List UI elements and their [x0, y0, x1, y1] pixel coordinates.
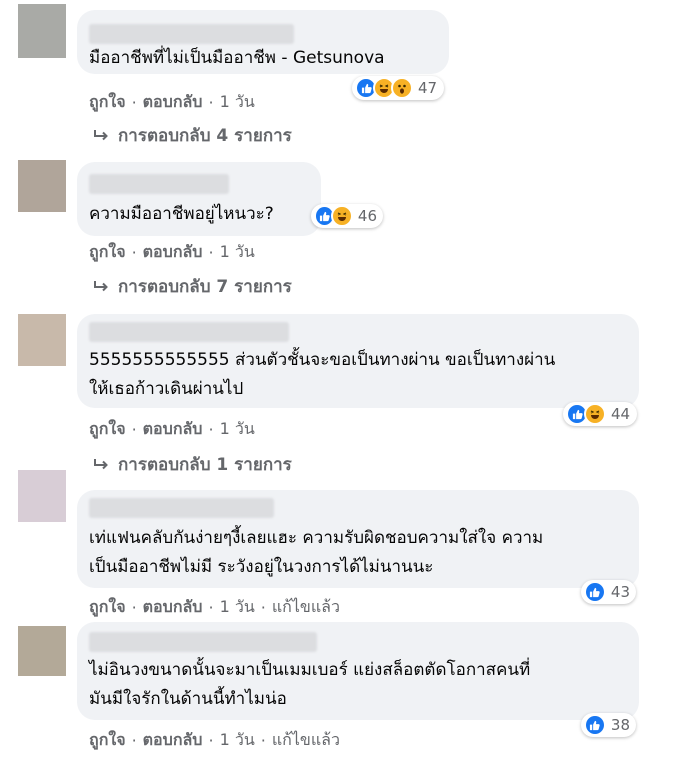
timestamp[interactable]: 1 วัน [220, 417, 255, 442]
avatar[interactable] [18, 4, 66, 58]
like-link[interactable]: ถูกใจ [89, 417, 126, 442]
avatar[interactable] [18, 470, 66, 522]
reaction-count: 46 [357, 207, 377, 225]
reply-link[interactable]: ตอบกลับ [143, 728, 203, 753]
timestamp[interactable]: 1 วัน [220, 728, 255, 753]
avatar[interactable] [18, 626, 66, 676]
reply-link[interactable]: ตอบกลับ [143, 417, 203, 442]
timestamp[interactable]: 1 วัน [220, 90, 255, 115]
timestamp[interactable]: 1 วัน [220, 595, 255, 620]
view-replies-link[interactable]: การตอบกลับ 4 รายการ [92, 122, 292, 149]
reaction-count: 44 [611, 405, 631, 423]
reaction-summary[interactable]: 38 [581, 713, 636, 737]
commenter-name-blurred[interactable] [89, 174, 229, 194]
reaction-count: 47 [418, 79, 438, 97]
comment-actions: ถูกใจ · ตอบกลับ · 1 วัน · แก้ไขแล้ว [89, 595, 340, 620]
like-icon [584, 714, 606, 736]
comment-text: เท่แฟนคลับกันง่ายๆงี้เลยแฮะ ความรับผิดชอ… [89, 528, 544, 577]
like-link[interactable]: ถูกใจ [89, 595, 126, 620]
view-replies-link[interactable]: การตอบกลับ 7 รายการ [92, 273, 292, 300]
comment-actions: ถูกใจ · ตอบกลับ · 1 วัน [89, 90, 255, 115]
comment-text: 5555555555555 ส่วนตัวชั้นจะขอเป็นทางผ่าน… [89, 350, 556, 399]
reply-arrow-icon [94, 280, 108, 291]
wow-icon [391, 77, 413, 99]
reply-link[interactable]: ตอบกลับ [143, 595, 203, 620]
reaction-count: 43 [610, 583, 630, 601]
reaction-summary[interactable]: 47 [352, 76, 444, 100]
comment-bubble: ความมืออาชีพอยู่ไหนวะ? [77, 162, 321, 236]
haha-icon [584, 403, 606, 425]
comment-text: มืออาชีพที่ไม่เป็นมืออาชีพ - Getsunova [89, 48, 385, 68]
reply-link[interactable]: ตอบกลับ [143, 240, 203, 265]
replies-label: การตอบกลับ 1 รายการ [118, 455, 292, 475]
avatar[interactable] [18, 314, 66, 366]
edited-label: แก้ไขแล้ว [271, 597, 340, 616]
avatar[interactable] [18, 160, 66, 212]
timestamp[interactable]: 1 วัน [220, 240, 255, 265]
commenter-name-blurred[interactable] [89, 632, 317, 652]
commenter-name-blurred[interactable] [89, 24, 294, 44]
like-link[interactable]: ถูกใจ [89, 240, 126, 265]
reply-link[interactable]: ตอบกลับ [143, 90, 203, 115]
haha-icon [331, 205, 353, 227]
comment-bubble: 5555555555555 ส่วนตัวชั้นจะขอเป็นทางผ่าน… [77, 314, 639, 408]
commenter-name-blurred[interactable] [89, 322, 289, 342]
comment-bubble: ไม่อินวงขนาดนั้นจะมาเป็นเมมเบอร์ แย่งสล็… [77, 622, 639, 720]
reaction-summary[interactable]: 43 [581, 580, 636, 604]
like-icon [584, 581, 606, 603]
edited-label: แก้ไขแล้ว [271, 730, 340, 749]
replies-label: การตอบกลับ 7 รายการ [118, 277, 292, 297]
like-link[interactable]: ถูกใจ [89, 90, 126, 115]
comment-actions: ถูกใจ · ตอบกลับ · 1 วัน [89, 417, 255, 442]
comment-text: ความมืออาชีพอยู่ไหนวะ? [89, 204, 274, 224]
reaction-summary[interactable]: 46 [311, 204, 383, 228]
replies-label: การตอบกลับ 4 รายการ [118, 126, 292, 146]
commenter-name-blurred[interactable] [89, 498, 274, 518]
comment-bubble: มืออาชีพที่ไม่เป็นมืออาชีพ - Getsunova [77, 10, 449, 74]
reaction-summary[interactable]: 44 [563, 402, 637, 426]
like-link[interactable]: ถูกใจ [89, 728, 126, 753]
comment-bubble: เท่แฟนคลับกันง่ายๆงี้เลยแฮะ ความรับผิดชอ… [77, 490, 639, 588]
reaction-count: 38 [610, 716, 630, 734]
reply-arrow-icon [94, 458, 108, 469]
reply-arrow-icon [94, 129, 108, 140]
view-replies-link[interactable]: การตอบกลับ 1 รายการ [92, 451, 292, 478]
comment-actions: ถูกใจ · ตอบกลับ · 1 วัน [89, 240, 255, 265]
comment-text: ไม่อินวงขนาดนั้นจะมาเป็นเมมเบอร์ แย่งสล็… [89, 660, 531, 709]
comment-actions: ถูกใจ · ตอบกลับ · 1 วัน · แก้ไขแล้ว [89, 728, 340, 753]
